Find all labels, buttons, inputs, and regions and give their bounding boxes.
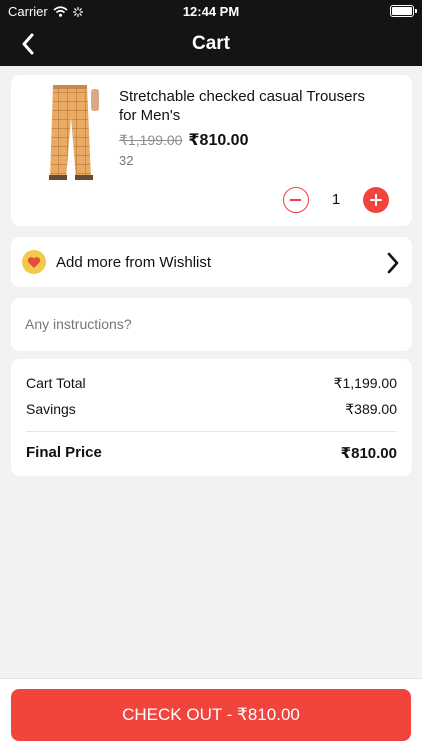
cart-total-label: Cart Total (26, 375, 86, 391)
divider (26, 431, 397, 432)
final-price-value: ₹810.00 (340, 445, 397, 462)
savings-label: Savings (26, 401, 76, 417)
increase-quantity-button[interactable] (363, 187, 389, 213)
quantity-stepper: 1 (283, 187, 389, 213)
nav-bar: Cart (0, 22, 422, 66)
decrease-quantity-button[interactable] (283, 187, 309, 213)
product-name[interactable]: Stretchable checked casual Trousers for … (119, 87, 379, 125)
battery-icon (390, 5, 417, 17)
cart-total-value: ₹1,199.00 (333, 375, 397, 391)
price-row: ₹1,199.00 ₹810.00 (119, 130, 248, 150)
original-price: ₹1,199.00 (119, 132, 183, 148)
bottom-bar: CHECK OUT - ₹810.00 (0, 678, 422, 750)
instructions-card (11, 298, 412, 351)
cart-total-row: Cart Total ₹1,199.00 (26, 375, 397, 392)
cart-item-card: Stretchable checked casual Trousers for … (11, 75, 412, 226)
status-bar: Carrier 12:44 PM (0, 0, 422, 22)
product-size: 32 (119, 153, 134, 168)
page-title: Cart (191, 33, 230, 54)
quantity-value: 1 (331, 191, 341, 208)
add-from-wishlist-row[interactable]: Add more from Wishlist (11, 237, 412, 287)
savings-value: ₹389.00 (345, 401, 397, 417)
status-time: 12:44 PM (182, 4, 240, 19)
savings-row: Savings ₹389.00 (26, 401, 397, 418)
price-summary-card: Cart Total ₹1,199.00 Savings ₹389.00 Fin… (11, 359, 412, 476)
instructions-input[interactable] (25, 311, 395, 337)
product-image[interactable] (31, 83, 111, 181)
final-price-label: Final Price (26, 444, 102, 461)
current-price: ₹810.00 (188, 132, 249, 149)
heart-icon (22, 250, 46, 274)
chevron-right-icon (387, 252, 399, 274)
wishlist-label: Add more from Wishlist (56, 254, 212, 271)
checkout-button[interactable]: CHECK OUT - ₹810.00 (11, 689, 411, 741)
final-price-row: Final Price ₹810.00 (26, 444, 397, 462)
